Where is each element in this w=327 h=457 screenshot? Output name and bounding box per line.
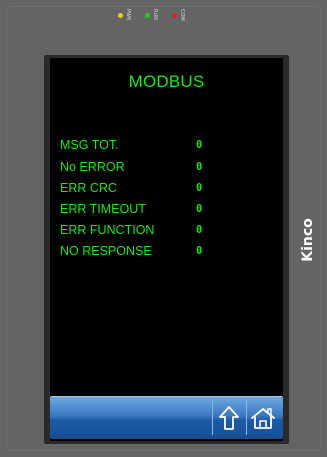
led-run: RUN xyxy=(145,9,163,23)
stat-value[interactable]: 0 xyxy=(196,161,202,173)
stat-value[interactable]: 0 xyxy=(196,182,202,194)
up-arrow-icon xyxy=(219,406,239,430)
led-com-label: COM xyxy=(179,9,185,21)
led-pwr: PWR xyxy=(118,9,136,23)
brand-logo: Kinco xyxy=(291,205,321,275)
bottom-nav-bar xyxy=(50,396,283,439)
stat-label: No ERROR xyxy=(60,160,125,174)
led-com-light xyxy=(172,13,177,18)
stat-row-no-response: NO RESPONSE 0 xyxy=(60,244,280,262)
device-bezel: PWR RUN COM MODBUS MSG TOT. 0 No ERROR 0… xyxy=(0,0,327,457)
stat-row-err-function: ERR FUNCTION 0 xyxy=(60,223,280,241)
led-pwr-label: PWR xyxy=(125,9,131,21)
led-run-light xyxy=(145,13,150,18)
led-com: COM xyxy=(172,9,190,23)
stat-row-no-error: No ERROR 0 xyxy=(60,160,280,178)
led-pwr-light xyxy=(118,13,123,18)
hmi-screen: MODBUS MSG TOT. 0 No ERROR 0 ERR CRC 0 E… xyxy=(50,58,283,441)
stat-label: MSG TOT. xyxy=(60,138,119,152)
stat-value[interactable]: 0 xyxy=(196,203,202,215)
stat-label: NO RESPONSE xyxy=(60,244,152,258)
stat-row-err-crc: ERR CRC 0 xyxy=(60,181,280,199)
led-run-label: RUN xyxy=(152,9,158,20)
status-leds: PWR RUN COM xyxy=(118,9,208,23)
home-button[interactable] xyxy=(246,401,279,435)
stat-label: ERR FUNCTION xyxy=(60,223,155,237)
stat-row-err-timeout: ERR TIMEOUT 0 xyxy=(60,202,280,220)
stat-value[interactable]: 0 xyxy=(196,139,202,151)
stat-value[interactable]: 0 xyxy=(196,224,202,236)
stat-value[interactable]: 0 xyxy=(196,245,202,257)
stat-label: ERR CRC xyxy=(60,181,117,195)
brand-name: Kinco xyxy=(300,218,316,262)
page-title: MODBUS xyxy=(128,72,205,91)
up-button[interactable] xyxy=(212,401,245,435)
stat-row-msg-tot: MSG TOT. 0 xyxy=(60,138,280,156)
home-icon xyxy=(251,408,275,429)
stat-label: ERR TIMEOUT xyxy=(60,202,146,216)
